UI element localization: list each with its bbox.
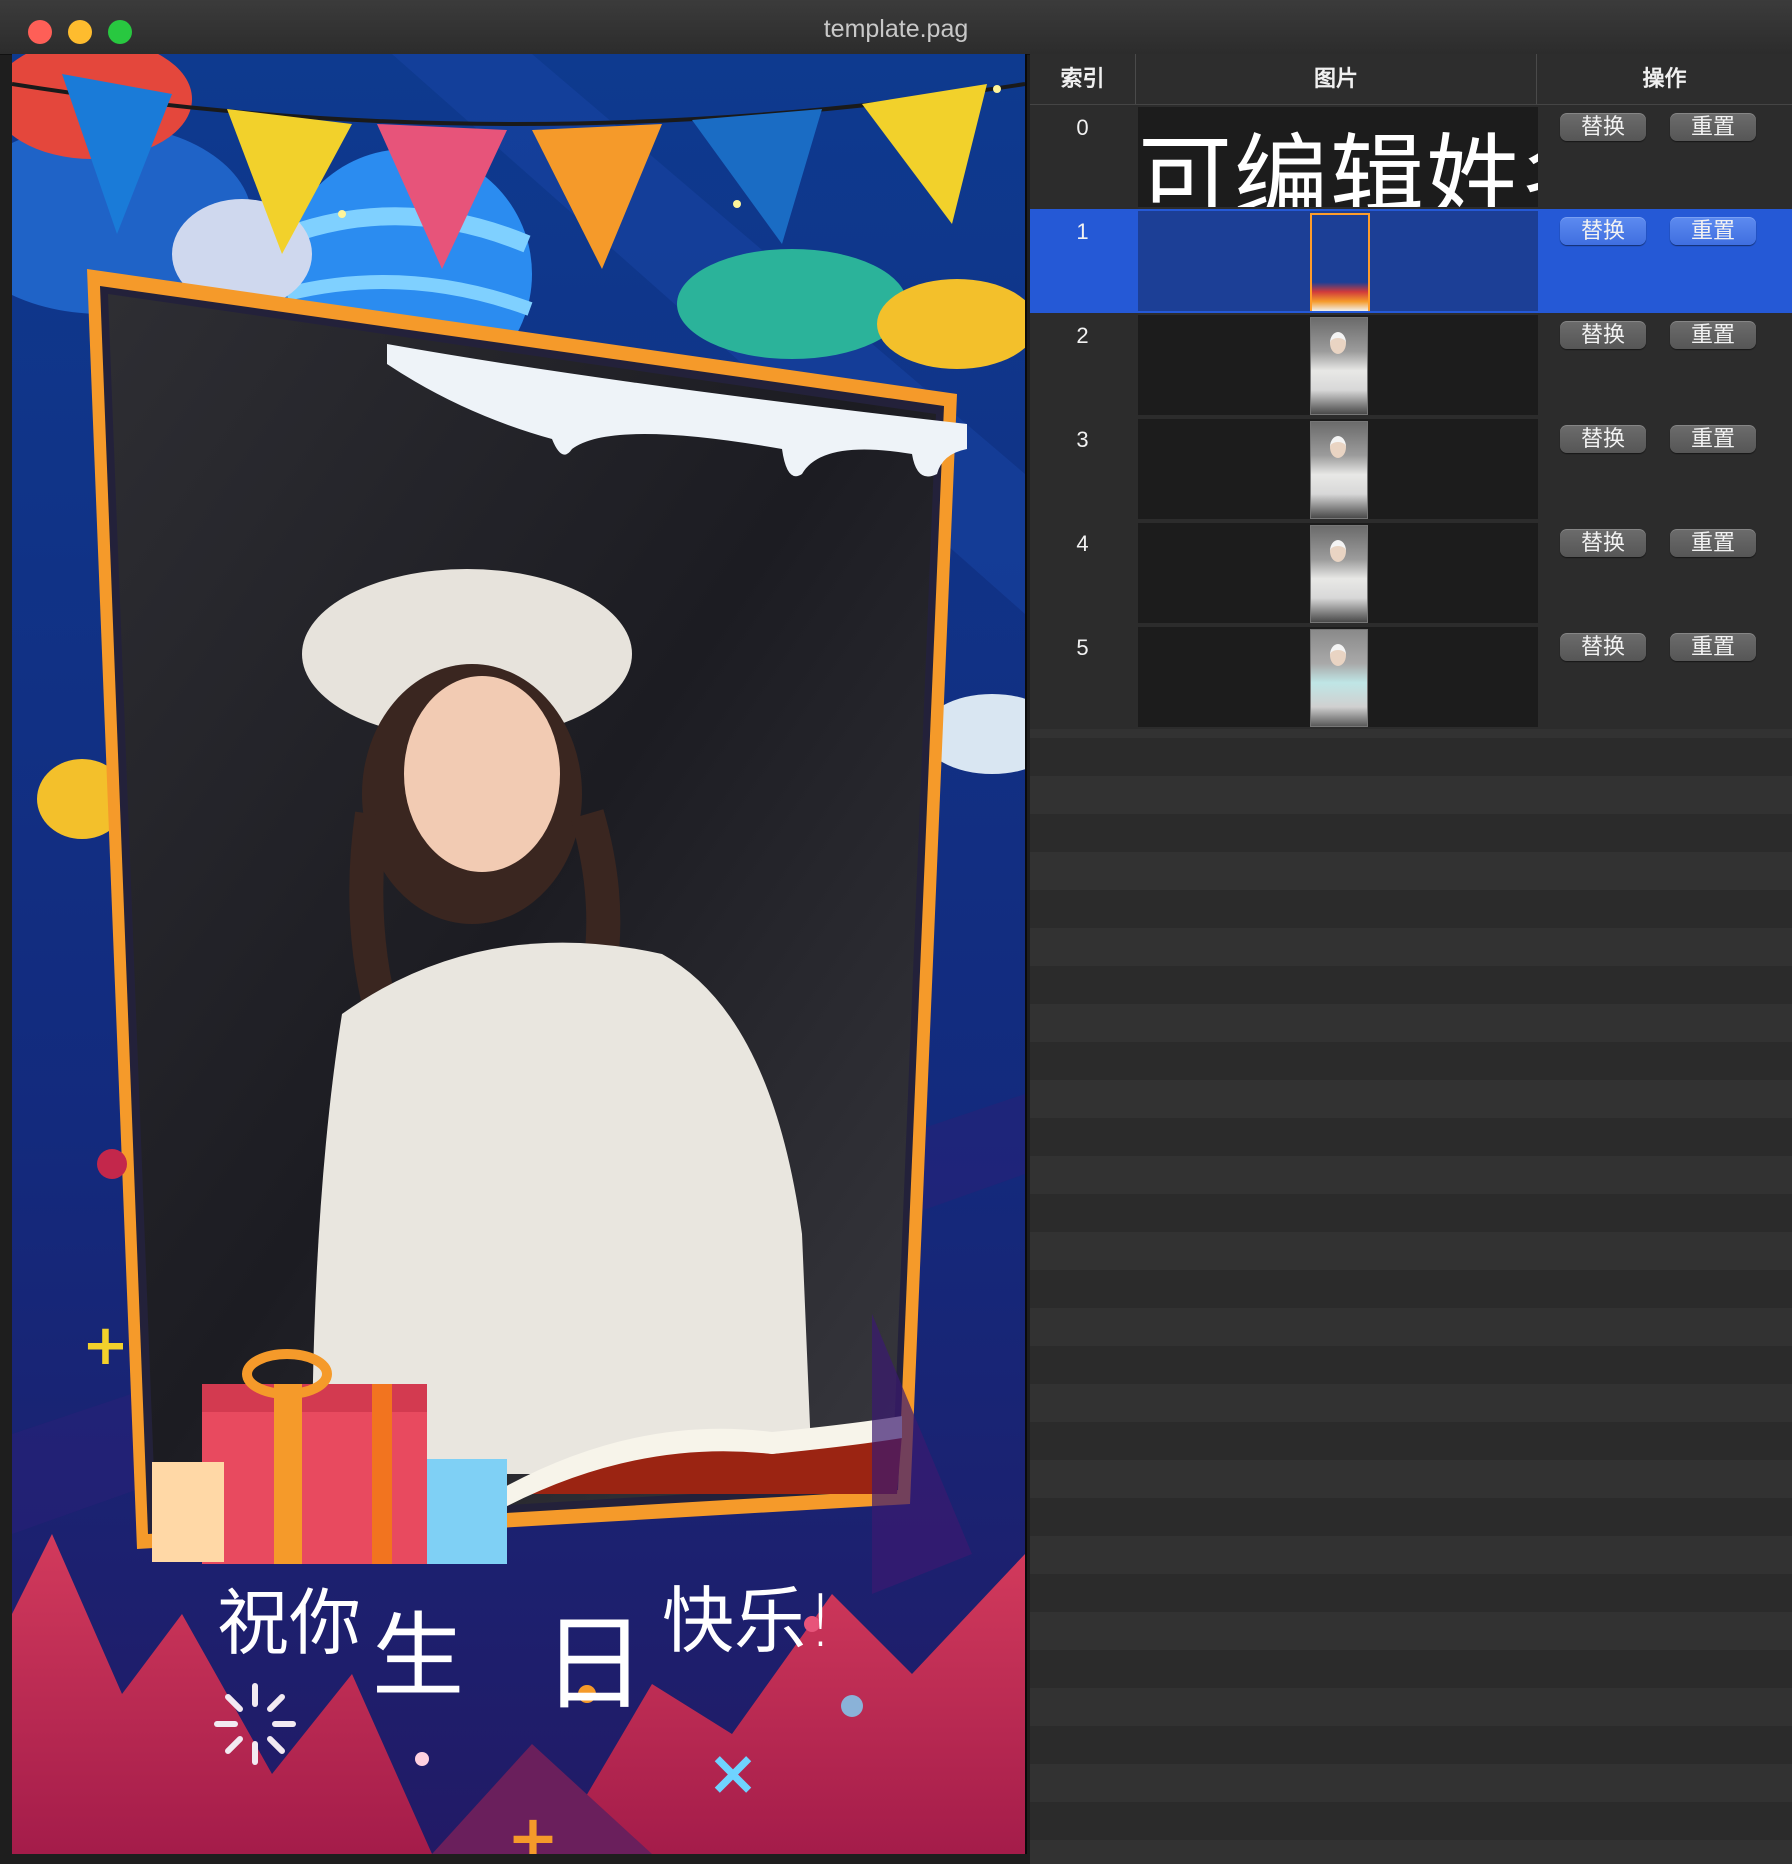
replace-button[interactable]: 替换: [1560, 529, 1646, 557]
row-index: 1: [1076, 219, 1089, 244]
replace-button[interactable]: 替换: [1560, 425, 1646, 453]
star-dot: [993, 85, 1001, 93]
reset-button[interactable]: 重置: [1670, 529, 1756, 557]
photo-thumbnail: [1310, 629, 1368, 727]
reset-button[interactable]: 重置: [1670, 425, 1756, 453]
row-index: 2: [1076, 323, 1089, 348]
table-header: 索引 图片 操作: [1030, 54, 1792, 105]
replace-button[interactable]: 替换: [1560, 113, 1646, 141]
star-dot: [733, 200, 741, 208]
window-titlebar: template.pag: [0, 0, 1792, 55]
pag-preview-canvas[interactable]: + × + 祝你 生 日 快乐!: [12, 54, 1027, 1854]
star-dot: [338, 210, 346, 218]
photo-thumbnail: [1310, 525, 1368, 623]
reset-button[interactable]: 重置: [1670, 321, 1756, 349]
row-index: 3: [1076, 427, 1089, 452]
plus-sparkle: +: [82, 1313, 129, 1378]
dot-sparkle: [97, 1149, 127, 1179]
row-content-cell: [1138, 419, 1538, 519]
layer-table-body: 0 可编辑姓名 替换 重置 1 替换 重置 2 替换 重置 3: [1030, 105, 1792, 729]
row-content-cell: [1138, 211, 1538, 311]
gift-box-small: [152, 1462, 224, 1562]
reset-button[interactable]: 重置: [1670, 217, 1756, 245]
photo-thumbnail: [1310, 421, 1368, 519]
table-row[interactable]: 2 替换 重置: [1030, 313, 1792, 417]
replaceable-layers-panel: 索引 图片 操作 0 可编辑姓名 替换 重置 1 替换 重置 2: [1030, 54, 1792, 1864]
reset-button[interactable]: 重置: [1670, 633, 1756, 661]
gift-ribbon: [372, 1384, 392, 1564]
gift-box-blue: [427, 1459, 507, 1564]
row-content-cell: 可编辑姓名: [1138, 107, 1538, 207]
row-index: 0: [1076, 115, 1089, 140]
greeting-text-2: 生: [372, 1603, 465, 1710]
photo-thumbnail: [1310, 317, 1368, 415]
replace-button[interactable]: 替换: [1560, 633, 1646, 661]
table-row[interactable]: 0 可编辑姓名 替换 重置: [1030, 105, 1792, 209]
plus-sparkle: +: [507, 1801, 559, 1854]
table-row[interactable]: 5 替换 重置: [1030, 625, 1792, 729]
editable-name-text: 可编辑姓名: [1138, 125, 1538, 207]
row-content-cell: [1138, 627, 1538, 727]
x-sparkle: ×: [707, 1736, 759, 1809]
reset-button[interactable]: 重置: [1670, 113, 1756, 141]
table-row[interactable]: 3 替换 重置: [1030, 417, 1792, 521]
cloud-teal: [677, 249, 907, 359]
dot-sparkle: [415, 1752, 429, 1766]
birthday-card-artwork: + × +: [12, 54, 1025, 1854]
column-header-index[interactable]: 索引: [1030, 54, 1136, 104]
greeting-text-1: 祝你: [217, 1581, 362, 1665]
column-header-actions[interactable]: 操作: [1537, 54, 1792, 104]
dot-sparkle: [841, 1695, 863, 1717]
greeting-text-3: 日: [542, 1603, 647, 1725]
frame-thumbnail: [1310, 213, 1370, 311]
table-row[interactable]: 4 替换 重置: [1030, 521, 1792, 625]
column-header-image[interactable]: 图片: [1136, 54, 1537, 104]
replace-button[interactable]: 替换: [1560, 217, 1646, 245]
gift-ribbon: [274, 1384, 302, 1564]
row-content-cell: [1138, 315, 1538, 415]
replace-button[interactable]: 替换: [1560, 321, 1646, 349]
greeting-text-4: 快乐!: [662, 1579, 835, 1663]
table-row-selected[interactable]: 1 替换 重置: [1030, 209, 1792, 313]
row-index: 5: [1076, 635, 1089, 660]
window-title: template.pag: [823, 15, 969, 43]
row-index: 4: [1076, 531, 1089, 556]
row-content-cell: [1138, 523, 1538, 623]
